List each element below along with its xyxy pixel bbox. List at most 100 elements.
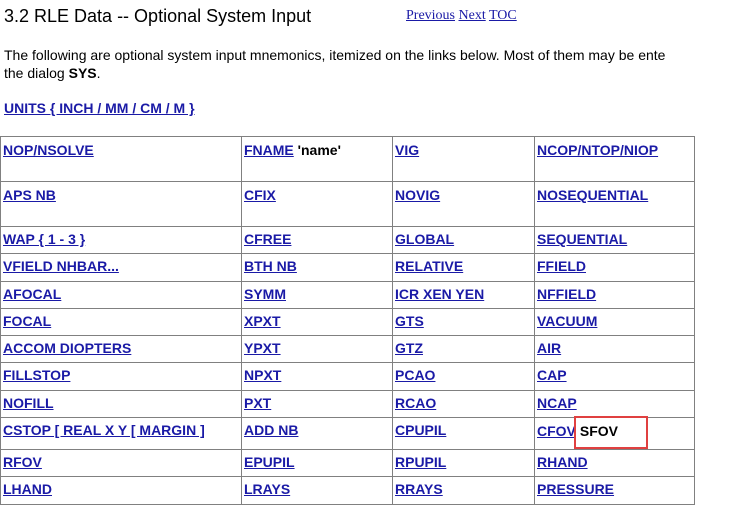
table-cell: PRESSURE <box>534 476 695 505</box>
units-link[interactable]: UNITS { INCH / MM / CM / M } <box>4 100 195 116</box>
table-cell: ACCOM DIOPTERS <box>0 335 242 364</box>
intro-line2-suffix: . <box>96 65 101 81</box>
table-row: LHAND LRAYS RRAYS PRESSURE <box>0 476 695 505</box>
mnemonic-link[interactable]: AIR <box>537 340 561 356</box>
mnemonic-link[interactable]: XPXT <box>244 313 281 329</box>
table-cell: RRAYS <box>392 476 535 505</box>
previous-link[interactable]: Previous <box>406 8 455 23</box>
page-title: 3.2 RLE Data -- Optional System Input <box>4 6 312 26</box>
mnemonic-link[interactable]: FILLSTOP <box>3 367 70 383</box>
mnemonic-link[interactable]: FFIELD <box>537 258 586 274</box>
table-row: NOP/NSOLVE FNAME 'name' VIG NCOP/NTOP/NI… <box>0 136 695 182</box>
table-row: WAP { 1 - 3 } CFREE GLOBAL SEQUENTIAL <box>0 225 695 255</box>
mnemonic-link[interactable]: APS NB <box>3 187 56 203</box>
mnemonic-link[interactable]: ADD NB <box>244 422 298 438</box>
table-cell: SEQUENTIAL <box>534 225 695 255</box>
table-row: FOCAL XPXT GTS VACUUM <box>0 307 695 337</box>
mnemonic-link[interactable]: RFOV <box>3 454 42 470</box>
table-cell: RELATIVE <box>392 253 535 282</box>
table-cell: FILLSTOP <box>0 362 242 391</box>
table-cell: NFFIELD <box>534 280 695 309</box>
table-cell: GLOBAL <box>392 225 535 255</box>
table-cell: GTS <box>392 307 535 337</box>
table-cell: LHAND <box>0 476 242 505</box>
table-cell: PXT <box>241 389 393 419</box>
table-row: CSTOP [ REAL X Y [ MARGIN ] ADD NB CPUPI… <box>0 416 695 451</box>
table-cell: RFOV <box>0 449 242 478</box>
table-row: AFOCAL SYMM ICR XEN YEN NFFIELD <box>0 280 695 309</box>
table-cell: SYMM <box>241 280 393 309</box>
next-link[interactable]: Next <box>459 8 486 23</box>
mnemonic-link[interactable]: VACUUM <box>537 313 597 329</box>
mnemonic-link[interactable]: FOCAL <box>3 313 51 329</box>
table-cell: NOP/NSOLVE <box>0 136 242 182</box>
top-nav: Previous Next TOC <box>406 8 517 24</box>
mnemonic-link[interactable]: CPUPIL <box>395 422 446 438</box>
mnemonic-link[interactable]: LHAND <box>3 481 52 497</box>
table-cell: NPXT <box>241 362 393 391</box>
mnemonic-link[interactable]: PCAO <box>395 367 435 383</box>
mnemonic-link[interactable]: CAP <box>537 367 567 383</box>
table-cell: VFIELD NHBAR... <box>0 253 242 282</box>
mnemonic-link[interactable]: CSTOP [ REAL X Y [ MARGIN ] <box>3 422 205 438</box>
mnemonic-link[interactable]: SEQUENTIAL <box>537 231 627 247</box>
mnemonic-link[interactable]: FNAME <box>244 142 294 158</box>
table-row: ACCOM DIOPTERS YPXT GTZ AIR <box>0 335 695 364</box>
table-cell: VACUUM <box>534 307 695 337</box>
mnemonic-link[interactable]: NFFIELD <box>537 286 596 302</box>
table-row: VFIELD NHBAR... BTH NB RELATIVE FFIELD <box>0 253 695 282</box>
table-cell: CFREE <box>241 225 393 255</box>
table-cell: WAP { 1 - 3 } <box>0 225 242 255</box>
table-cell: NCAP <box>534 389 695 419</box>
mnemonic-link[interactable]: GLOBAL <box>395 231 454 247</box>
mnemonic-link[interactable]: ICR XEN YEN <box>395 286 484 302</box>
mnemonic-link[interactable]: PRESSURE <box>537 481 614 497</box>
sfov-highlight-box: SFOV <box>573 416 649 450</box>
table-row: APS NB CFIX NOVIG NOSEQUENTIAL <box>0 181 695 227</box>
mnemonic-link[interactable]: EPUPIL <box>244 454 295 470</box>
mnemonic-link[interactable]: LRAYS <box>244 481 290 497</box>
mnemonic-link[interactable]: GTS <box>395 313 424 329</box>
mnemonic-link[interactable]: RCAO <box>395 395 436 411</box>
mnemonic-link[interactable]: NOFILL <box>3 395 54 411</box>
mnemonic-link[interactable]: CFIX <box>244 187 276 203</box>
mnemonic-link[interactable]: YPXT <box>244 340 281 356</box>
mnemonic-link[interactable]: RHAND <box>537 454 588 470</box>
mnemonic-link[interactable]: NOSEQUENTIAL <box>537 187 648 203</box>
table-cell: FOCAL <box>0 307 242 337</box>
mnemonic-link[interactable]: PXT <box>244 395 271 411</box>
intro-sys-keyword: SYS <box>68 65 97 81</box>
table-cell: GTZ <box>392 335 535 364</box>
table-cell: PCAO <box>392 362 535 391</box>
mnemonic-link[interactable]: VIG <box>395 142 419 158</box>
mnemonic-link[interactable]: RPUPIL <box>395 454 446 470</box>
mnemonic-link[interactable]: VFIELD NHBAR... <box>3 258 119 274</box>
mnemonic-link[interactable]: NCOP/NTOP/NIOP <box>537 142 658 158</box>
toc-link[interactable]: TOC <box>489 8 517 23</box>
table-cell: AFOCAL <box>0 280 242 309</box>
mnemonic-link[interactable]: CFREE <box>244 231 291 247</box>
mnemonic-link[interactable]: CFOV <box>537 423 576 439</box>
mnemonic-link[interactable]: NCAP <box>537 395 577 411</box>
table-cell: CAP <box>534 362 695 391</box>
mnemonic-link[interactable]: GTZ <box>395 340 423 356</box>
mnemonic-link[interactable]: RRAYS <box>395 481 443 497</box>
table-cell: YPXT <box>241 335 393 364</box>
table-cell: CSTOP [ REAL X Y [ MARGIN ] <box>0 417 242 451</box>
mnemonic-link[interactable]: WAP { 1 - 3 } <box>3 231 85 247</box>
mnemonic-link[interactable]: SYMM <box>244 286 286 302</box>
mnemonic-link[interactable]: RELATIVE <box>395 258 463 274</box>
mnemonic-link[interactable]: AFOCAL <box>3 286 61 302</box>
table-cell: RHAND <box>534 449 695 478</box>
table-cell: BTH NB <box>241 253 393 282</box>
mnemonic-link[interactable]: BTH NB <box>244 258 297 274</box>
mnemonics-table: NOP/NSOLVE FNAME 'name' VIG NCOP/NTOP/NI… <box>0 136 695 505</box>
table-row: RFOV EPUPIL RPUPIL RHAND <box>0 449 695 478</box>
mnemonic-link[interactable]: NOP/NSOLVE <box>3 142 94 158</box>
mnemonic-link[interactable]: ACCOM DIOPTERS <box>3 340 131 356</box>
table-cell: CFIX <box>241 181 393 227</box>
table-cell: NOVIG <box>392 181 535 227</box>
mnemonic-link[interactable]: NOVIG <box>395 187 440 203</box>
table-cell: AIR <box>534 335 695 364</box>
mnemonic-link[interactable]: NPXT <box>244 367 281 383</box>
